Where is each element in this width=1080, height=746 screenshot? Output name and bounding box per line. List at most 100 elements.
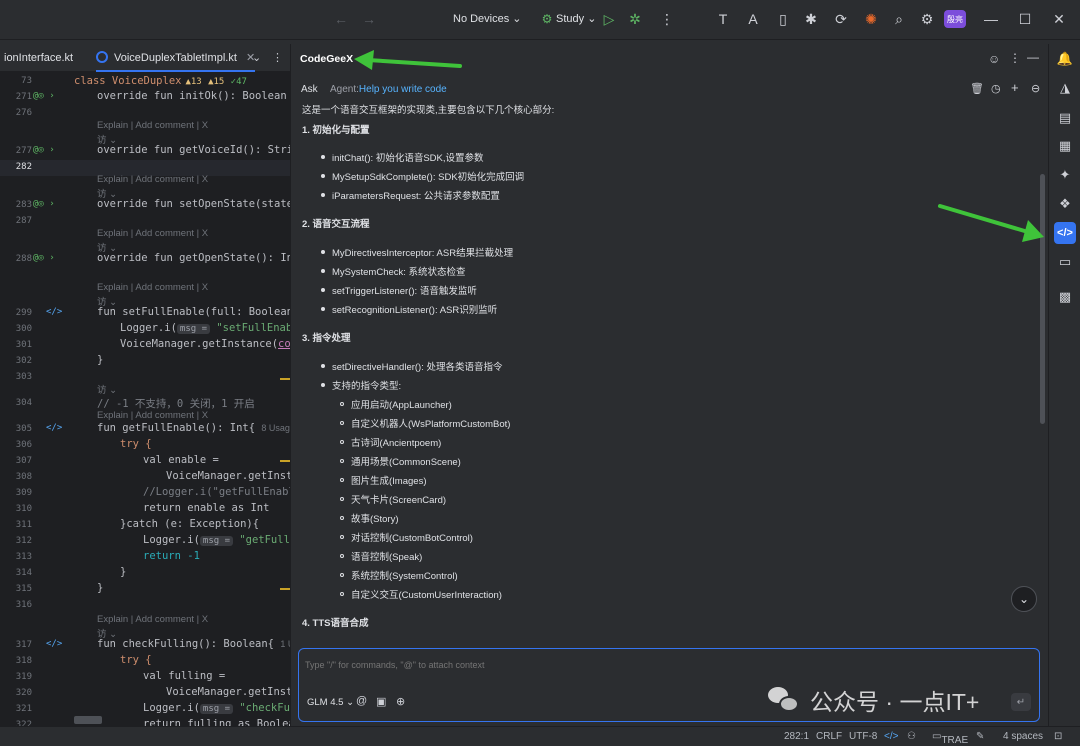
override-gutter-icon[interactable]: @◎ › xyxy=(33,91,55,101)
line-number: 307 xyxy=(15,456,32,466)
tab-ion-interface[interactable]: ionInterface.kt xyxy=(4,44,73,72)
line-number: 314 xyxy=(15,568,32,578)
more-circle-icon[interactable]: ⊖ xyxy=(1031,82,1040,95)
code-line: } xyxy=(120,566,127,578)
device-manager-icon[interactable]: ▯ xyxy=(772,8,794,30)
horizontal-scrollbar[interactable] xyxy=(74,716,102,724)
code-line: override fun initOk(): Boolean xyxy=(97,90,287,102)
minimize-icon[interactable]: — xyxy=(980,8,1002,30)
clipboard-icon[interactable]: ▦ xyxy=(1054,135,1076,157)
scroll-to-bottom-button[interactable]: ⌄ xyxy=(1011,586,1037,612)
override-gutter-icon[interactable]: @◎ › xyxy=(33,253,55,263)
mode-agent-tab[interactable]: Agent:Help you write code xyxy=(330,84,447,95)
qr-code-icon[interactable]: ▩ xyxy=(1054,286,1076,308)
bug-icon[interactable]: ✱ xyxy=(800,8,822,30)
override-gutter-icon[interactable]: @◎ › xyxy=(33,145,55,155)
tab-voice-duplex-tablet[interactable]: VoiceDuplexTabletImpl.kt ✕ xyxy=(96,44,256,72)
response-intro: 这是一个语音交互框架的实现类,主要包含以下几个核心部分: xyxy=(302,105,555,116)
mention-icon[interactable]: @ xyxy=(356,695,367,707)
send-button[interactable]: ↵ xyxy=(1011,693,1031,711)
lock-icon[interactable]: ⊡ xyxy=(1054,731,1062,742)
caret-position[interactable]: 282:1 xyxy=(784,731,809,742)
right-tool-rail: 🔔 ◮ ▤ ▦ ✦ ❖ </> ▭ ▩ xyxy=(1048,44,1080,726)
line-number: 302 xyxy=(15,356,32,366)
line-number: 283 xyxy=(15,200,32,210)
translate-icon[interactable]: T xyxy=(712,8,734,30)
ai-agent-icon[interactable]: ❖ xyxy=(1054,193,1076,215)
new-chat-icon[interactable]: + xyxy=(1011,80,1019,95)
line-number: 73 xyxy=(21,76,32,86)
codelens-actions[interactable]: Explain | Add comment | X xyxy=(97,614,208,625)
codegeex-gutter-icon[interactable]: </> xyxy=(46,423,62,433)
run-config-selector[interactable]: Study ⌄ xyxy=(556,12,596,25)
debug-icon[interactable]: ✲ xyxy=(624,8,646,30)
indent-setting[interactable]: 4 spaces xyxy=(1003,731,1043,742)
diff-marker xyxy=(280,588,290,590)
override-gutter-icon[interactable]: @◎ › xyxy=(33,199,55,209)
more-icon[interactable]: ⋮ xyxy=(656,8,678,30)
tab-more-icon[interactable]: ⋮ xyxy=(272,44,283,72)
more-options-icon[interactable]: ⋮ xyxy=(1009,51,1021,65)
feedback-icon[interactable]: ☺ xyxy=(988,52,1000,66)
codelens-actions[interactable]: Explain | Add comment | X xyxy=(97,174,208,185)
codelens-actions[interactable]: Explain | Add comment | X xyxy=(97,282,208,293)
codegeex-status-icon[interactable]: </> xyxy=(884,731,898,742)
globe-icon[interactable]: ⊕ xyxy=(396,695,405,708)
git-icon[interactable]: ⚇ xyxy=(907,731,916,742)
codegeex-gutter-icon[interactable]: </> xyxy=(46,639,62,649)
annotation-arrow-rail xyxy=(938,204,1044,242)
codegeex-icon[interactable]: </> xyxy=(1054,222,1076,244)
sub-list-item: 自定义交互(CustomUserInteraction) xyxy=(340,587,502,601)
history-icon[interactable]: ◷ xyxy=(991,82,1001,95)
terminal-icon[interactable]: ▭ xyxy=(1054,251,1076,273)
codelens-actions[interactable]: Explain | Add comment | X xyxy=(97,228,208,239)
gradle-icon[interactable]: ◮ xyxy=(1054,77,1076,99)
maximize-icon[interactable]: ☐ xyxy=(1014,8,1036,30)
status-bar: 282:1 CRLF UTF-8 </> ⚇ ▭ TRAE ✎ 4 spaces … xyxy=(0,726,1080,746)
trae-status[interactable]: ▭ TRAE xyxy=(932,731,968,746)
gemini-icon[interactable]: ✦ xyxy=(1054,164,1076,186)
chat-input[interactable] xyxy=(305,657,1025,673)
delete-icon[interactable]: 🗑 xyxy=(970,82,984,95)
mode-ask-tab[interactable]: Ask xyxy=(301,84,318,95)
codegeex-panel: CodeGeeX ☺ ⋮ — Ask Agent:Help you write … xyxy=(290,44,1048,726)
pin-icon[interactable]: ✎ xyxy=(976,731,984,742)
model-selector[interactable]: GLM 4.5 ⌄ xyxy=(307,697,354,708)
code-line: override fun setOpenState(state: xyxy=(97,198,290,210)
line-number: 315 xyxy=(15,584,32,594)
line-number: 311 xyxy=(15,520,32,530)
code-line: } xyxy=(97,354,104,366)
sub-list-item: 通用场景(CommonScene) xyxy=(340,454,461,468)
codelens-actions[interactable]: Explain | Add comment | X xyxy=(97,410,208,421)
codelens-actions[interactable]: Explain | Add comment | X xyxy=(97,120,208,131)
ai-translate-icon[interactable]: A xyxy=(742,8,764,30)
back-arrow-icon[interactable]: ← xyxy=(330,8,352,30)
line-number: 320 xyxy=(15,688,32,698)
resource-manager-icon[interactable]: ▤ xyxy=(1054,107,1076,129)
list-item: setRecognitionListener(): ASR识别监听 xyxy=(321,302,497,316)
codegeex-gutter-icon[interactable]: </> xyxy=(46,307,62,317)
sub-list-item: 对话控制(CustomBotControl) xyxy=(340,530,473,544)
close-icon[interactable]: ✕ xyxy=(1048,8,1070,30)
settings-icon[interactable]: ⚙ xyxy=(916,8,938,30)
avatar[interactable]: 殷亮 xyxy=(944,10,966,28)
sync-icon[interactable]: ⟳ xyxy=(830,8,852,30)
code-line: fun getFullEnable(): Int{ 8 Usages xyxy=(97,422,290,434)
device-selector[interactable]: No Devices ⌄ xyxy=(453,12,522,25)
ai-assistant-icon[interactable]: ✺ xyxy=(860,8,882,30)
forward-arrow-icon[interactable]: → xyxy=(358,8,380,30)
line-separator[interactable]: CRLF xyxy=(816,731,842,742)
notifications-icon[interactable]: 🔔 xyxy=(1054,48,1076,70)
file-encoding[interactable]: UTF-8 xyxy=(849,731,877,742)
list-item: MySetupSdkComplete(): SDK初始化完成回调 xyxy=(321,169,524,183)
tab-overflow-icon[interactable]: ⌄ xyxy=(252,44,261,72)
line-number: 316 xyxy=(15,600,32,610)
hide-panel-icon[interactable]: — xyxy=(1027,50,1039,64)
code-line: Logger.i(msg = "checkFul xyxy=(143,702,290,714)
mode-bar: Ask Agent:Help you write code 🗑 ◷ + ⊖ xyxy=(291,80,1049,100)
section-heading: 4. TTS语音合成 xyxy=(302,618,369,629)
folder-icon[interactable]: ▣ xyxy=(376,695,386,708)
code-editor[interactable]: 73 class VoiceDuplex ▲13 ▲15 ✓47 271 @◎ ›… xyxy=(0,72,290,726)
run-icon[interactable]: ▷ xyxy=(598,8,620,30)
search-icon[interactable]: ⌕ xyxy=(888,8,910,30)
